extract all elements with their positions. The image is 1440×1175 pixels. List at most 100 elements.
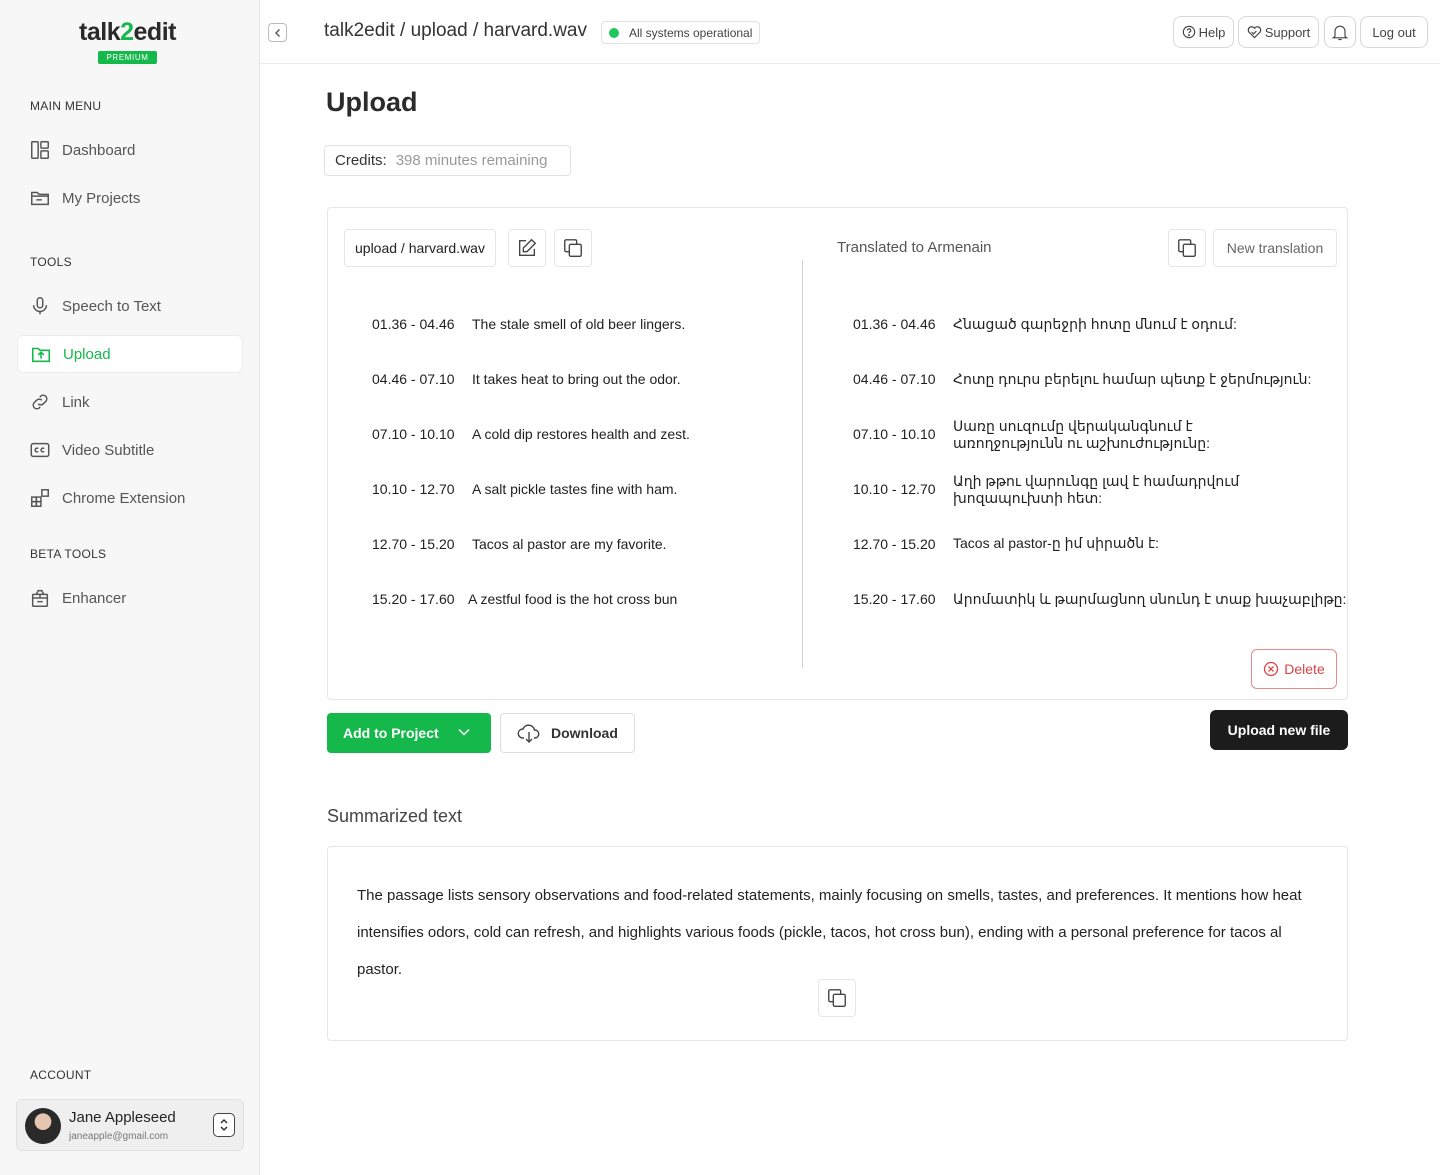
row-time: 15.20 - 17.60	[372, 591, 455, 607]
sidebar-item-enhancer[interactable]: Enhancer	[17, 579, 243, 617]
logo-text-part1: talk	[79, 18, 121, 46]
status-badge: All systems operational	[601, 21, 761, 44]
cc-icon	[29, 439, 51, 461]
download-button[interactable]: Download	[500, 713, 635, 753]
copy-icon	[564, 239, 582, 257]
sidebar-item-link[interactable]: Link	[17, 383, 243, 421]
microphone-icon	[29, 295, 51, 317]
account-name: Jane Appleseed	[69, 1109, 176, 1126]
column-divider	[802, 260, 803, 668]
copy-icon	[828, 989, 846, 1007]
sidebar: talk2edit PREMIUM MAIN MENU Dashboard My…	[0, 0, 260, 1175]
folder-icon	[29, 187, 51, 209]
add-to-project-label: Add to Project	[343, 725, 439, 741]
credits-value: 398 minutes remaining	[395, 152, 548, 169]
breadcrumb: talk2edit / upload / harvard.wav	[324, 20, 587, 41]
premium-badge: PREMIUM	[97, 51, 158, 64]
row-text: Սառը սուզումը վերականգնում է առողջությու…	[953, 418, 1211, 451]
sidebar-item-label: Chrome Extension	[62, 489, 186, 507]
collapse-sidebar-button[interactable]	[268, 23, 287, 42]
row-text: Tacos al pastor are my favorite.	[472, 536, 667, 552]
row-text: A cold dip restores health and zest.	[472, 426, 690, 442]
sidebar-item-label: Video Subtitle	[62, 441, 155, 459]
account-card[interactable]: Jane Appleseed janeapple@gmail.com	[16, 1099, 244, 1151]
row-text: Արոմատիկ և թարմացնող սնունդ է տաք խաչաբլ…	[953, 591, 1347, 607]
row-time: 01.36 - 04.46	[372, 316, 455, 332]
chevron-down-icon	[458, 728, 470, 736]
row-time: 07.10 - 10.10	[372, 426, 455, 442]
support-label: Support	[1264, 24, 1311, 40]
new-translation-button[interactable]: New translation	[1213, 229, 1337, 267]
row-time: 10.10 - 12.70	[372, 481, 455, 497]
row-text: It takes heat to bring out the odor.	[472, 371, 681, 387]
folder-upload-icon	[30, 343, 52, 365]
topbar: talk2edit / upload / harvard.wav All sys…	[260, 0, 1440, 64]
copy-summary-button[interactable]	[818, 979, 856, 1017]
sidebar-item-label: Dashboard	[62, 141, 136, 159]
add-to-project-button[interactable]: Add to Project	[327, 713, 491, 753]
close-circle-icon	[1264, 661, 1279, 677]
chevron-up-down-icon	[220, 1118, 228, 1132]
enhancer-icon	[29, 587, 51, 609]
copy-icon	[1178, 239, 1196, 257]
row-text: Tacos al pastor-ը իմ սիրածն է:	[953, 535, 1160, 551]
page-title: Upload	[326, 87, 418, 117]
delete-button[interactable]: Delete	[1251, 649, 1337, 689]
sidebar-item-label: Enhancer	[62, 589, 127, 607]
row-time: 12.70 - 15.20	[372, 536, 455, 552]
row-time: 01.36 - 04.46	[853, 316, 936, 332]
main-menu-label: MAIN MENU	[30, 99, 102, 113]
row-text: Աղի թթու վարունգը լավ է համադրվում խոզապ…	[953, 473, 1240, 506]
avatar	[25, 1108, 61, 1144]
credits-label: Credits:	[335, 152, 387, 169]
beta-tools-label: BETA TOOLS	[30, 547, 107, 561]
row-time: 15.20 - 17.60	[853, 591, 936, 607]
sidebar-item-dashboard[interactable]: Dashboard	[17, 131, 243, 169]
row-text: Հնացած գարեջրի հոտը մնում է օդում:	[953, 316, 1237, 332]
support-button[interactable]: Support	[1238, 16, 1319, 48]
help-button[interactable]: Help	[1173, 16, 1234, 48]
logout-button[interactable]: Log out	[1360, 16, 1428, 48]
sidebar-item-upload[interactable]: Upload	[17, 335, 243, 373]
logo-text-part3: edit	[133, 18, 177, 46]
row-time: 12.70 - 15.20	[853, 536, 936, 552]
sidebar-item-video-subtitle[interactable]: Video Subtitle	[17, 431, 243, 469]
account-switch-button[interactable]	[213, 1113, 235, 1137]
credits-badge: Credits: 398 minutes remaining	[324, 145, 571, 176]
copy-translation-button[interactable]	[1168, 229, 1206, 267]
account-label: ACCOUNT	[30, 1068, 92, 1082]
heart-handshake-icon	[1247, 26, 1261, 39]
row-text: The stale smell of old beer lingers.	[472, 316, 686, 332]
row-text: A salt pickle tastes fine with ham.	[472, 481, 678, 497]
sidebar-item-label: Link	[62, 393, 90, 411]
logo[interactable]: talk2edit PREMIUM	[0, 18, 255, 65]
help-icon	[1182, 25, 1195, 39]
summary-title: Summarized text	[327, 806, 463, 826]
summary-box: The passage lists sensory observations a…	[327, 846, 1348, 1041]
sidebar-item-my-projects[interactable]: My Projects	[17, 179, 243, 217]
help-label: Help	[1198, 24, 1226, 40]
row-time: 10.10 - 12.70	[853, 481, 936, 497]
upload-new-file-button[interactable]: Upload new file	[1210, 710, 1348, 750]
file-name-chip: upload / harvard.wav	[344, 229, 496, 267]
chevron-left-icon	[274, 28, 280, 37]
extension-icon	[29, 487, 51, 509]
transcript-panel: upload / harvard.wav Translated to Armen…	[327, 207, 1348, 700]
translated-label: Translated to Armenain	[837, 239, 992, 256]
status-dot	[609, 27, 619, 38]
cloud-download-icon	[517, 724, 540, 743]
row-text: Հոտը դուրս բերելու համար պետք է ջերմությ…	[953, 371, 1312, 387]
tools-label: TOOLS	[30, 255, 72, 269]
notifications-button[interactable]	[1324, 16, 1356, 48]
edit-icon	[518, 238, 537, 257]
account-email: janeapple@gmail.com	[69, 1131, 169, 1142]
sidebar-item-chrome-extension[interactable]: Chrome Extension	[17, 479, 243, 517]
edit-button[interactable]	[508, 229, 546, 267]
summary-text: The passage lists sensory observations a…	[357, 887, 1302, 978]
logo-text-part2: 2	[120, 18, 134, 46]
row-time: 04.46 - 07.10	[372, 371, 455, 387]
sidebar-item-speech-to-text[interactable]: Speech to Text	[17, 287, 243, 325]
download-label: Download	[551, 725, 618, 741]
copy-original-button[interactable]	[554, 229, 592, 267]
sidebar-item-label: My Projects	[62, 189, 141, 207]
